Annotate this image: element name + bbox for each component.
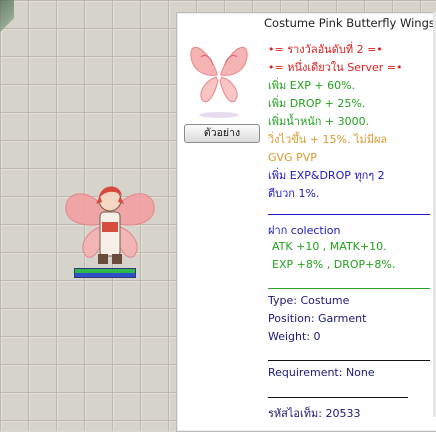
divider xyxy=(268,214,430,215)
description-line: GVG PVP xyxy=(268,151,317,164)
divider xyxy=(268,397,408,398)
player-character[interactable] xyxy=(62,176,158,276)
collection-line: ATK +10 , MATK+10. xyxy=(272,240,387,253)
character-sprite xyxy=(65,186,155,264)
item-info-window[interactable]: Costume Pink Butterfly Wings ตัวอย่าง •=… xyxy=(176,12,436,432)
item-weight: Weight: 0 xyxy=(268,330,321,343)
map-decoration xyxy=(0,0,14,40)
item-type: Type: Costume xyxy=(268,294,350,307)
sp-fill xyxy=(75,273,135,277)
character-hp-sp-bar xyxy=(74,268,136,278)
description-line: เพิ่ม EXP&DROP ทุกๆ 2 xyxy=(268,169,385,182)
item-position: Position: Garment xyxy=(268,312,367,325)
butterfly-wings-icon xyxy=(190,46,248,118)
divider xyxy=(268,288,430,289)
item-title: Costume Pink Butterfly Wings xyxy=(264,16,435,30)
preview-button[interactable]: ตัวอย่าง xyxy=(184,124,260,143)
description-line: •= รางวัลอันดับที่ 2 =• xyxy=(268,43,383,56)
description-line: เพิ่มน้ำหนัก + 3000. xyxy=(268,115,370,128)
item-description: •= รางวัลอันดับที่ 2 =• •= หนึ่งเดียวใน S… xyxy=(268,41,436,203)
description-line: เพิ่ม EXP + 60%. xyxy=(268,79,356,92)
item-id: รหัสไอเท็ม: 20533 xyxy=(268,407,361,420)
item-requirement: Requirement: None xyxy=(268,366,375,379)
description-line: •= หนึ่งเดียวใน Server =• xyxy=(268,61,403,74)
description-line: เพิ่ม DROP + 25%. xyxy=(268,97,366,110)
description-line: ตีบวก 1%. xyxy=(268,187,320,200)
description-line: วิ่งไวขึ้น + 15%. ไม่มีผล xyxy=(268,133,388,146)
collection-header: ฝาก colection xyxy=(268,224,341,237)
collection-line: EXP +8% , DROP+8%. xyxy=(272,258,396,271)
divider xyxy=(268,360,430,361)
